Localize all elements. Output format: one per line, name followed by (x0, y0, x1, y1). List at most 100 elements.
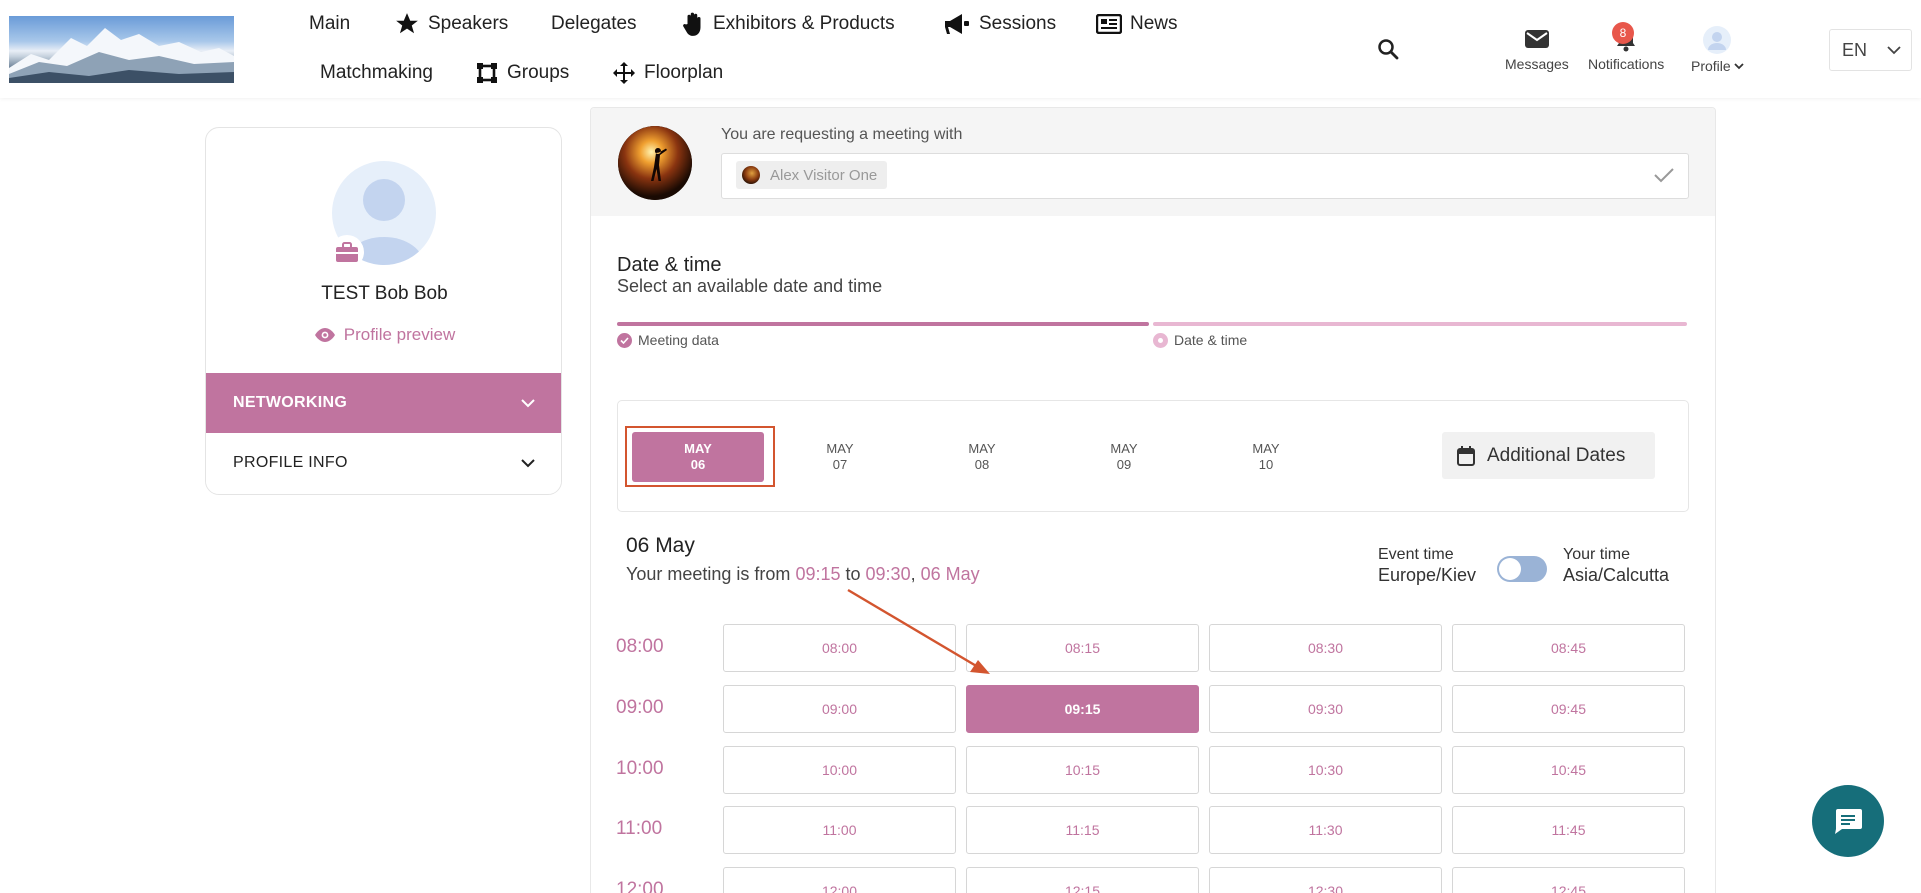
nav-matchmaking[interactable]: Matchmaking (320, 58, 433, 88)
top-header: Main Speakers Delegates Exhibitors & Pro… (0, 0, 1921, 98)
chevron-down-icon (1887, 45, 1901, 54)
time-slot[interactable]: 12:30 (1209, 867, 1442, 893)
date-day: 09 (1116, 457, 1132, 472)
step-progress-current (1153, 322, 1687, 326)
language-select[interactable]: EN (1829, 29, 1912, 71)
time-slot[interactable]: 08:30 (1209, 624, 1442, 672)
timezone-toggle[interactable] (1497, 556, 1547, 582)
attendee-chip-label: Alex Visitor One (770, 166, 878, 184)
time-slot[interactable]: 10:15 (966, 746, 1199, 794)
hand-icon (683, 12, 701, 36)
date-option-may-07[interactable]: MAY 07 (774, 432, 906, 482)
time-slot[interactable]: 10:45 (1452, 746, 1685, 794)
step-current-icon (1153, 332, 1168, 348)
time-slot[interactable]: 11:15 (966, 806, 1199, 854)
meeting-request-card: You are requesting a meeting with Alex V… (590, 107, 1716, 893)
step-progress-done (617, 322, 1149, 326)
profile-menu-button[interactable]: Profile (1691, 26, 1744, 74)
time-slot[interactable]: 08:45 (1452, 624, 1685, 672)
additional-dates-button[interactable]: Additional Dates (1442, 432, 1655, 479)
profile-label: Profile (1691, 58, 1731, 74)
step-date-time: Date & time (1153, 332, 1247, 348)
profile-preview-link[interactable]: Profile preview (206, 325, 561, 345)
language-value: EN (1842, 39, 1868, 60)
meeting-prefix: Your meeting is from (626, 564, 791, 584)
nav-floorplan[interactable]: Floorplan (612, 58, 723, 88)
chevron-down-icon (521, 458, 535, 467)
nav-main[interactable]: Main (309, 9, 350, 39)
meeting-end: 09:30 (865, 564, 911, 584)
section-profile-info[interactable]: PROFILE INFO (206, 433, 561, 493)
time-slot[interactable]: 12:00 (723, 867, 956, 893)
time-slot[interactable]: 09:45 (1452, 685, 1685, 733)
chevron-down-icon (521, 398, 535, 407)
date-option-may-08[interactable]: MAY 08 (916, 432, 1048, 482)
nav-news-label: News (1130, 13, 1178, 34)
time-slot[interactable]: 11:30 (1209, 806, 1442, 854)
date-month: MAY (968, 441, 996, 456)
time-slot[interactable]: 09:00 (723, 685, 956, 733)
attendee-chip: Alex Visitor One (736, 161, 888, 189)
nav-delegates[interactable]: Delegates (551, 9, 637, 39)
search-icon[interactable] (1377, 38, 1399, 60)
step-date-time-label: Date & time (1174, 332, 1248, 348)
step-done-icon (617, 332, 632, 348)
app-root: Main Speakers Delegates Exhibitors & Pro… (0, 0, 1921, 893)
newspaper-icon (1096, 14, 1122, 34)
date-day: 10 (1258, 457, 1274, 472)
section-networking-label: NETWORKING (233, 394, 348, 411)
user-name: TEST Bob Bob (321, 283, 448, 304)
hour-label: 08:00 (616, 636, 664, 657)
chat-icon (1835, 809, 1862, 834)
meeting-summary: Your meeting is from 09:15 to 09:30, 06 … (626, 564, 980, 584)
exhibitor-badge (330, 235, 364, 269)
megaphone-icon (945, 14, 969, 34)
meeting-start: 09:15 (795, 564, 841, 584)
hour-label: 12:00 (616, 879, 664, 893)
selection-highlight (625, 426, 775, 487)
nav-speakers-label: Speakers (428, 13, 509, 34)
hour-label: 11:00 (616, 818, 663, 839)
attendee-chip-avatar (742, 166, 760, 184)
star-icon (396, 13, 418, 34)
date-option-may-09[interactable]: MAY 09 (1058, 432, 1190, 482)
time-slot[interactable]: 10:00 (723, 746, 956, 794)
nav-main-label: Main (309, 13, 351, 34)
event-time-label: Event time (1378, 546, 1454, 563)
messages-button[interactable]: Messages (1505, 28, 1569, 72)
nav-news[interactable]: News (1096, 9, 1178, 39)
your-tz-value: Asia/Calcutta (1563, 565, 1670, 585)
avatar-icon (1703, 26, 1732, 54)
attendee-field[interactable]: Alex Visitor One (721, 153, 1689, 199)
time-slot[interactable]: 12:15 (966, 867, 1199, 893)
toggle-knob (1499, 558, 1521, 580)
nav-groups[interactable]: Groups (475, 58, 569, 88)
groups-icon (477, 63, 497, 83)
request-label: You are requesting a meeting with (721, 126, 963, 143)
nav-delegates-label: Delegates (551, 13, 637, 34)
section-networking[interactable]: NETWORKING (206, 373, 561, 433)
nav-exhibitors[interactable]: Exhibitors & Products (683, 9, 895, 39)
event-logo[interactable] (9, 16, 234, 83)
nav-speakers[interactable]: Speakers (394, 9, 508, 39)
chat-button[interactable] (1812, 785, 1884, 857)
envelope-icon (1524, 30, 1549, 48)
notifications-button[interactable]: 8 Notifications (1588, 22, 1665, 72)
profile-preview-label: Profile preview (343, 325, 456, 344)
time-slot-selected[interactable]: 09:15 (966, 685, 1199, 733)
time-slot[interactable]: 09:30 (1209, 685, 1442, 733)
time-slot[interactable]: 08:00 (723, 624, 956, 672)
time-slot[interactable]: 11:00 (723, 806, 956, 854)
time-slot[interactable]: 11:45 (1452, 806, 1685, 854)
date-picker-strip: MAY 06 MAY 07 MAY 08 MAY 09 MAY 10 Addit… (617, 400, 1689, 512)
date-option-may-10[interactable]: MAY 10 (1200, 432, 1332, 482)
notifications-label: Notifications (1588, 56, 1665, 72)
time-slot[interactable]: 12:45 (1452, 867, 1685, 893)
nav-sessions[interactable]: Sessions (943, 9, 1056, 39)
time-slot[interactable]: 10:30 (1209, 746, 1442, 794)
time-slot[interactable]: 08:15 (966, 624, 1199, 672)
check-icon (1654, 168, 1674, 183)
date-month: MAY (1110, 441, 1138, 456)
section-title: Date & time (617, 254, 722, 276)
nav-groups-label: Groups (507, 62, 570, 83)
